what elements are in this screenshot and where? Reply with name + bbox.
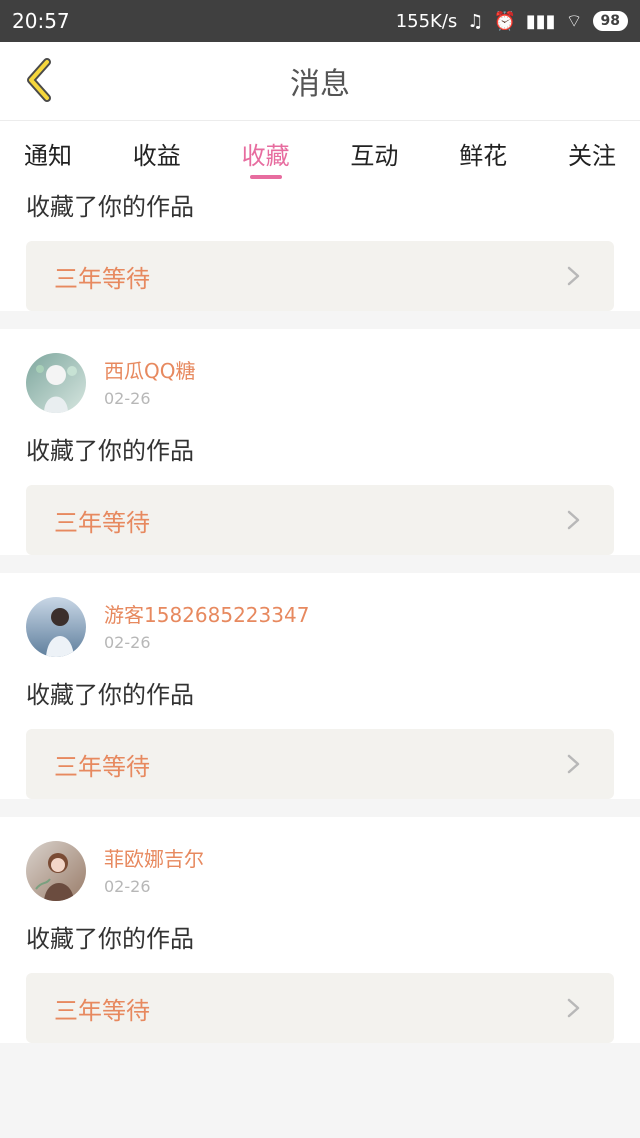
tab-flowers[interactable]: 鲜花 <box>459 121 507 185</box>
list-item: 游客1582685223347 02-26 收藏了你的作品 三年等待 <box>0 573 640 799</box>
work-title: 三年等待 <box>54 752 150 781</box>
battery-indicator: 98 <box>592 11 628 31</box>
tab-follows[interactable]: 关注 <box>568 121 616 185</box>
list-item: 菲欧娜吉尔 02-26 收藏了你的作品 三年等待 <box>0 817 640 1043</box>
status-bar: 20:57 155K/s ♫ ⏰ ▮▮▮ ⌔ 98 <box>0 0 640 42</box>
tab-bar: 通知 收益 收藏 互动 鲜花 关注 <box>0 121 640 185</box>
action-text: 收藏了你的作品 <box>26 925 194 953</box>
avatar[interactable] <box>26 597 86 657</box>
work-title: 三年等待 <box>54 996 150 1025</box>
work-link[interactable]: 三年等待 <box>26 485 614 555</box>
user-row: 西瓜QQ糖 02-26 <box>26 329 614 413</box>
action-text: 收藏了你的作品 <box>26 681 194 709</box>
work-title: 三年等待 <box>54 508 150 537</box>
work-link[interactable]: 三年等待 <box>26 729 614 799</box>
status-time: 20:57 <box>12 9 70 33</box>
chevron-right-icon <box>562 996 586 1020</box>
avatar[interactable] <box>26 841 86 901</box>
back-arrow-icon <box>27 58 51 102</box>
list-item: 西瓜QQ糖 02-26 收藏了你的作品 三年等待 <box>0 329 640 555</box>
chevron-right-icon <box>562 264 586 288</box>
tab-favorites[interactable]: 收藏 <box>242 121 290 185</box>
signal-icon: ▮▮▮ <box>525 10 556 32</box>
username[interactable]: 西瓜QQ糖 <box>104 358 195 384</box>
chevron-right-icon <box>562 508 586 532</box>
wifi-icon: ⌔ <box>565 10 583 32</box>
user-meta: 西瓜QQ糖 02-26 <box>104 358 195 408</box>
list-item: 收藏了你的作品 三年等待 <box>0 185 640 311</box>
status-right: 155K/s ♫ ⏰ ▮▮▮ ⌔ 98 <box>396 10 628 33</box>
avatar[interactable] <box>26 353 86 413</box>
user-meta: 菲欧娜吉尔 02-26 <box>104 846 204 896</box>
tab-earnings[interactable]: 收益 <box>133 121 181 185</box>
headphones-icon: ♫ <box>467 10 484 32</box>
action-text: 收藏了你的作品 <box>26 193 194 221</box>
user-row: 菲欧娜吉尔 02-26 <box>26 817 614 901</box>
work-link[interactable]: 三年等待 <box>26 973 614 1043</box>
page-title: 消息 <box>290 67 350 102</box>
network-speed: 155K/s <box>395 10 458 32</box>
alarm-icon: ⏰ <box>493 10 516 32</box>
timestamp: 02-26 <box>104 877 151 896</box>
page-header: 消息 <box>0 42 640 121</box>
work-link[interactable]: 三年等待 <box>26 241 614 311</box>
username[interactable]: 游客1582685223347 <box>104 602 309 628</box>
tab-notifications[interactable]: 通知 <box>24 121 72 185</box>
user-meta: 游客1582685223347 02-26 <box>104 602 309 652</box>
message-feed: 收藏了你的作品 三年等待 西瓜QQ糖 02-26 收藏了你的作品 三年等待 游客… <box>0 185 640 1043</box>
timestamp: 02-26 <box>104 389 151 408</box>
timestamp: 02-26 <box>104 633 151 652</box>
user-row: 游客1582685223347 02-26 <box>26 573 614 657</box>
action-text: 收藏了你的作品 <box>26 437 194 465</box>
chevron-right-icon <box>562 752 586 776</box>
back-button[interactable] <box>16 58 60 102</box>
work-title: 三年等待 <box>54 264 150 293</box>
tab-interactions[interactable]: 互动 <box>350 121 398 185</box>
username[interactable]: 菲欧娜吉尔 <box>104 846 204 872</box>
